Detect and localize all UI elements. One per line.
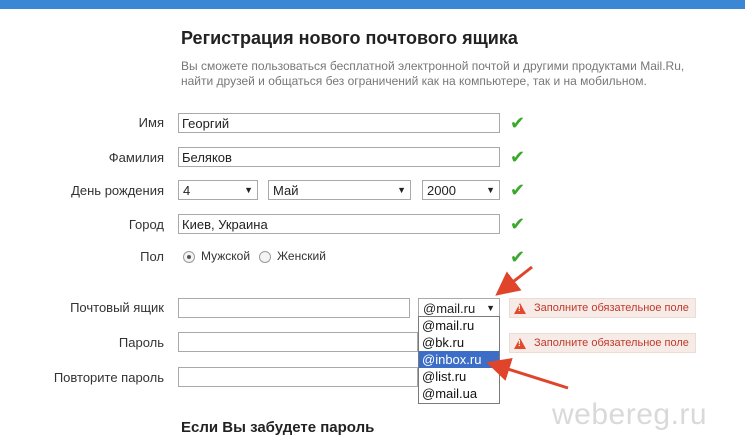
caret-down-icon: ▼ [397, 185, 406, 195]
domain-option[interactable]: @mail.ru [419, 317, 499, 334]
watermark: webereg.ru [552, 398, 708, 431]
birthday-label: День рождения [71, 183, 164, 198]
gender-label: Пол [140, 249, 164, 264]
password-repeat-input[interactable] [178, 367, 418, 387]
password-repeat-label: Повторите пароль [53, 370, 164, 385]
last-name-input[interactable] [178, 147, 500, 167]
mailbox-error: Заполните обязательное поле [509, 298, 696, 318]
warning-icon [514, 337, 526, 349]
password-error-text: Заполните обязательное поле [534, 337, 689, 349]
birthday-day-value: 4 [183, 182, 191, 198]
check-icon: ✔ [510, 180, 526, 200]
mailbox-domain-value: @mail.ru [423, 300, 476, 316]
password-label: Пароль [118, 335, 164, 350]
gender-female-radio[interactable] [259, 251, 271, 263]
warning-icon [514, 302, 526, 314]
caret-down-icon: ▼ [486, 303, 495, 313]
city-input[interactable] [178, 214, 500, 234]
birthday-month-value: Май [273, 182, 299, 198]
birthday-year-select[interactable]: 2000 ▼ [422, 180, 500, 200]
top-accent-bar [0, 0, 745, 9]
first-name-input[interactable] [178, 113, 500, 133]
check-icon: ✔ [510, 247, 526, 267]
annotation-arrow-inbox [486, 357, 569, 390]
check-icon: ✔ [510, 214, 526, 234]
password-input[interactable] [178, 332, 418, 352]
domain-option[interactable]: @list.ru [419, 368, 499, 385]
page-title: Регистрация нового почтового ящика [181, 28, 518, 48]
birthday-day-select[interactable]: 4 ▼ [178, 180, 258, 200]
domain-option[interactable]: @bk.ru [419, 334, 499, 351]
gender-male-label[interactable]: Мужской [201, 249, 250, 263]
city-label: Город [128, 217, 164, 232]
check-icon: ✔ [510, 147, 526, 167]
birthday-year-value: 2000 [427, 182, 456, 198]
gender-male-radio[interactable] [183, 251, 195, 263]
annotation-arrow-dropdown [495, 265, 533, 296]
mailbox-input[interactable] [178, 298, 410, 318]
forgot-password-section-title: Если Вы забудете пароль [181, 419, 375, 436]
mailbox-domain-select[interactable]: @mail.ru ▼ [418, 298, 500, 318]
caret-down-icon: ▼ [486, 185, 495, 195]
mailbox-domain-dropdown: @mail.ru @bk.ru @inbox.ru @list.ru @mail… [418, 316, 500, 404]
gender-female-label[interactable]: Женский [277, 249, 326, 263]
check-icon: ✔ [510, 113, 526, 133]
first-name-label: Имя [138, 115, 164, 130]
caret-down-icon: ▼ [244, 185, 253, 195]
birthday-month-select[interactable]: Май ▼ [268, 180, 411, 200]
page-subtitle: Вы сможете пользоваться бесплатной элект… [181, 59, 685, 88]
domain-option[interactable]: @mail.ua [419, 385, 499, 402]
last-name-label: Фамилия [108, 150, 164, 165]
password-error: Заполните обязательное поле [509, 333, 696, 353]
domain-option-highlighted[interactable]: @inbox.ru [419, 351, 499, 368]
mailbox-error-text: Заполните обязательное поле [534, 302, 689, 314]
mailbox-label: Почтовый ящик [70, 300, 164, 315]
